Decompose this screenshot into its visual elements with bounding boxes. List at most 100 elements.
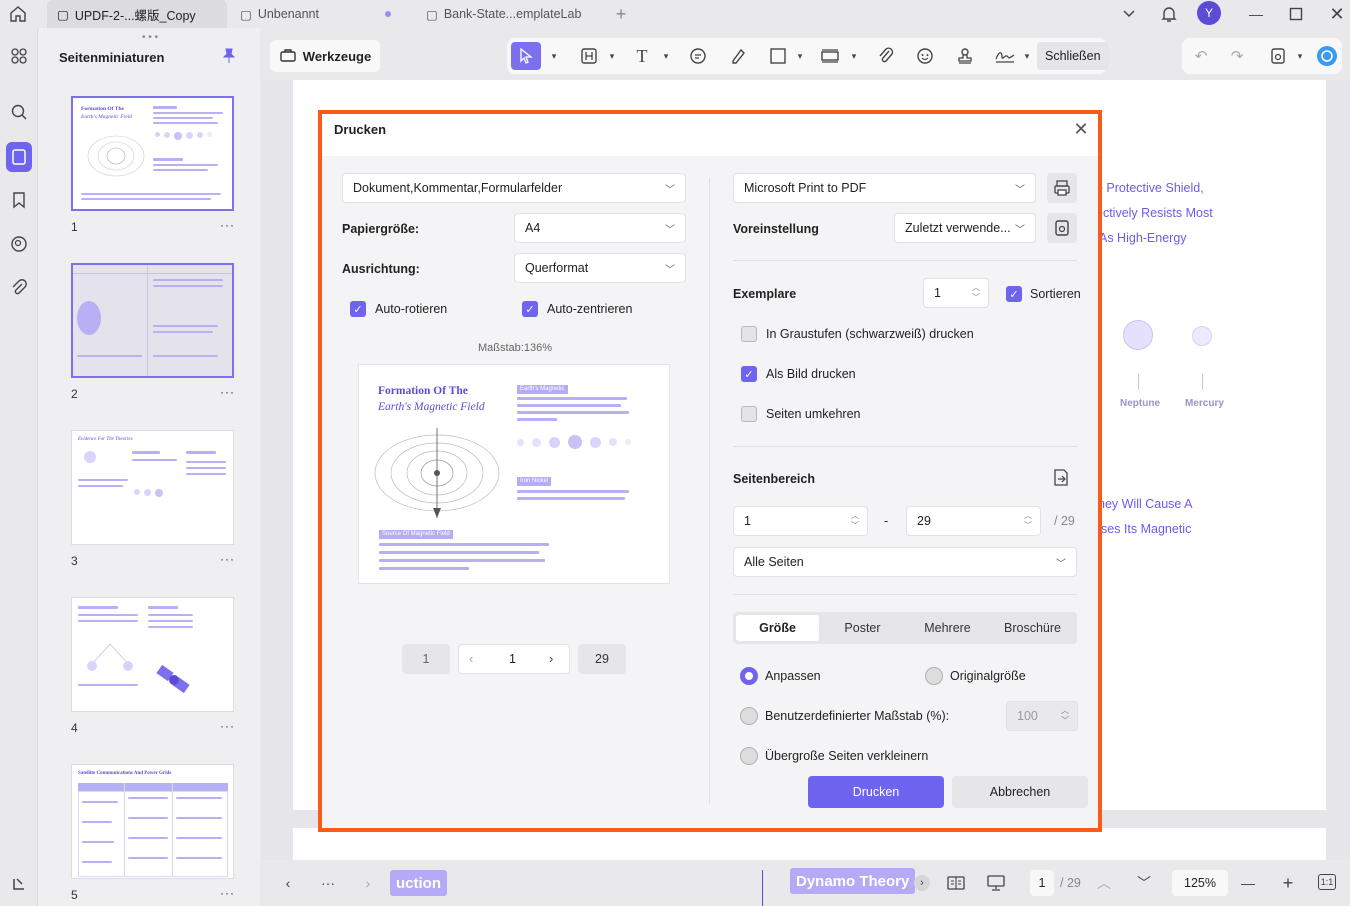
chevron-right-icon[interactable]: › bbox=[549, 651, 553, 666]
spinner-arrows-icon[interactable]: ︿ ﹀ bbox=[1061, 706, 1069, 726]
redo-icon[interactable]: ↷ bbox=[1226, 46, 1248, 66]
chevron-down-icon[interactable] bbox=[1118, 4, 1140, 24]
tab-document-3[interactable]: ▢ Bank-State...emplateLab bbox=[416, 0, 596, 28]
tab-multiple[interactable]: Mehrere bbox=[906, 615, 989, 641]
rectangle-icon[interactable] bbox=[767, 46, 789, 66]
layers-icon[interactable] bbox=[7, 872, 31, 896]
next-page-icon[interactable]: ﹀ bbox=[1134, 874, 1154, 892]
tools-button[interactable]: Werkzeuge bbox=[270, 40, 380, 72]
page-thumbnail-5[interactable]: Satellite Communications And Power Grids bbox=[71, 764, 234, 879]
tab-document-2[interactable]: ▢ Unbenannt bbox=[230, 0, 410, 28]
zoom-out-icon[interactable]: — bbox=[1238, 874, 1258, 892]
spinner-arrows-icon[interactable]: ︿ ﹀ bbox=[851, 511, 859, 531]
fit-radio[interactable] bbox=[740, 667, 758, 685]
save-preset-button[interactable] bbox=[1047, 213, 1077, 243]
custom-scale-radio[interactable] bbox=[740, 707, 758, 725]
zoom-in-icon[interactable]: + bbox=[1278, 873, 1298, 893]
tab-poster[interactable]: Poster bbox=[821, 615, 904, 641]
chevron-down-icon[interactable]: ▾ bbox=[843, 46, 865, 66]
chevron-left-icon[interactable]: ‹ bbox=[469, 651, 473, 666]
user-avatar[interactable]: Y bbox=[1197, 1, 1221, 25]
last-page-button[interactable]: 29 bbox=[578, 644, 626, 674]
actual-size-icon[interactable]: 1:1 bbox=[1318, 874, 1336, 890]
bookmark-icon[interactable] bbox=[7, 188, 31, 212]
thumbnails-icon[interactable] bbox=[6, 142, 32, 172]
printer-select[interactable]: Microsoft Print to PDF ﹀ bbox=[733, 173, 1036, 203]
auto-rotate-checkbox[interactable]: ✓ bbox=[350, 301, 366, 317]
select-cursor-icon[interactable] bbox=[511, 42, 541, 70]
grayscale-checkbox[interactable] bbox=[741, 326, 757, 342]
close-icon[interactable]: ✕ bbox=[1070, 118, 1092, 140]
reverse-pages-checkbox[interactable] bbox=[741, 406, 757, 422]
tab-document-1[interactable]: ▢ UPDF-2-...螺版_Copy bbox=[47, 0, 227, 28]
page-thumbnail-2[interactable] bbox=[71, 263, 234, 378]
chevron-right-circle-icon[interactable]: › bbox=[914, 875, 930, 891]
page-range-icon[interactable] bbox=[1052, 468, 1070, 491]
auto-center-checkbox[interactable]: ✓ bbox=[522, 301, 538, 317]
tab-size[interactable]: Größe bbox=[736, 615, 819, 641]
minimize-icon[interactable]: — bbox=[1245, 4, 1267, 24]
page-thumbnail-1[interactable]: Formation Of The Earth's Magnetic Field bbox=[71, 96, 234, 211]
preset-select[interactable]: Zuletzt verwende... ﹀ bbox=[894, 213, 1036, 243]
stamp-icon[interactable] bbox=[954, 46, 976, 66]
previous-page-icon[interactable]: ︿ bbox=[1094, 874, 1114, 892]
pin-icon[interactable] bbox=[222, 48, 236, 67]
chevron-down-icon[interactable]: ▾ bbox=[1016, 46, 1038, 66]
search-icon[interactable] bbox=[7, 100, 31, 124]
save-icon[interactable] bbox=[1267, 46, 1289, 66]
spinner-arrows-icon[interactable]: ︿ ﹀ bbox=[972, 283, 980, 303]
thumbnail-more-button[interactable]: ··· bbox=[220, 385, 235, 399]
text-tool-icon[interactable]: T bbox=[631, 46, 653, 66]
chevron-left-icon[interactable]: ‹ bbox=[278, 874, 298, 892]
printer-properties-button[interactable] bbox=[1047, 173, 1077, 203]
sticker-icon[interactable] bbox=[914, 46, 936, 66]
thumbnail-more-button[interactable]: ··· bbox=[220, 886, 235, 900]
print-button[interactable]: Drucken bbox=[808, 776, 944, 808]
grid-icon[interactable] bbox=[7, 44, 31, 68]
stamp-tool-icon[interactable] bbox=[819, 46, 841, 66]
cancel-button[interactable]: Abbrechen bbox=[952, 776, 1088, 808]
copies-spinner[interactable]: 1 ︿ ﹀ bbox=[923, 278, 989, 308]
chevron-down-icon[interactable]: ▾ bbox=[655, 46, 677, 66]
maximize-icon[interactable] bbox=[1285, 4, 1307, 24]
page-thumbnail-4[interactable] bbox=[71, 597, 234, 712]
range-from-spinner[interactable]: 1 ︿ ﹀ bbox=[733, 506, 868, 536]
comment-search-icon[interactable] bbox=[7, 232, 31, 256]
bell-icon[interactable] bbox=[1158, 4, 1180, 24]
home-icon[interactable] bbox=[7, 4, 29, 24]
collate-checkbox[interactable]: ✓ bbox=[1006, 286, 1022, 302]
zoom-level[interactable]: 125% bbox=[1172, 870, 1228, 896]
page-number-input[interactable]: 1 bbox=[1030, 870, 1054, 896]
signature-icon[interactable] bbox=[994, 46, 1016, 66]
chevron-down-icon[interactable]: ▾ bbox=[601, 46, 623, 66]
tab-booklet[interactable]: Broschüre bbox=[991, 615, 1074, 641]
chevron-down-icon[interactable]: ▾ bbox=[543, 46, 565, 66]
chevron-down-icon[interactable]: ▾ bbox=[789, 46, 811, 66]
outline-chip-right[interactable]: Dynamo Theory bbox=[790, 868, 916, 894]
panel-drag-handle[interactable]: • • • bbox=[142, 32, 158, 43]
original-size-radio[interactable] bbox=[925, 667, 943, 685]
ai-assistant-icon[interactable] bbox=[1316, 46, 1338, 66]
orientation-select[interactable]: Querformat ﹀ bbox=[514, 253, 686, 283]
new-tab-plus-icon[interactable]: + bbox=[610, 4, 632, 24]
highlighter-icon[interactable] bbox=[727, 46, 749, 66]
more-icon[interactable]: ··· bbox=[318, 874, 338, 892]
shrink-oversized-radio[interactable] bbox=[740, 747, 758, 765]
undo-icon[interactable]: ↶ bbox=[1190, 46, 1212, 66]
chevron-down-icon[interactable]: ▾ bbox=[1289, 46, 1311, 66]
outline-chip-left[interactable]: uction bbox=[390, 870, 447, 896]
thumbnail-more-button[interactable]: ··· bbox=[220, 719, 235, 733]
presentation-icon[interactable] bbox=[986, 874, 1006, 892]
comment-icon[interactable] bbox=[687, 46, 709, 66]
page-layout-icon[interactable] bbox=[946, 874, 966, 892]
spinner-arrows-icon[interactable]: ︿ ﹀ bbox=[1024, 511, 1032, 531]
chevron-right-icon[interactable]: › bbox=[358, 874, 378, 892]
first-page-button[interactable]: 1 bbox=[402, 644, 450, 674]
text-box-icon[interactable] bbox=[578, 46, 600, 66]
custom-scale-spinner[interactable]: 100 ︿ ﹀ bbox=[1006, 701, 1078, 731]
paper-size-select[interactable]: A4 ﹀ bbox=[514, 213, 686, 243]
attachment-icon[interactable] bbox=[7, 276, 31, 300]
close-window-icon[interactable]: ✕ bbox=[1326, 4, 1348, 24]
print-as-image-checkbox[interactable]: ✓ bbox=[741, 366, 757, 382]
thumbnail-more-button[interactable]: ··· bbox=[220, 218, 235, 232]
